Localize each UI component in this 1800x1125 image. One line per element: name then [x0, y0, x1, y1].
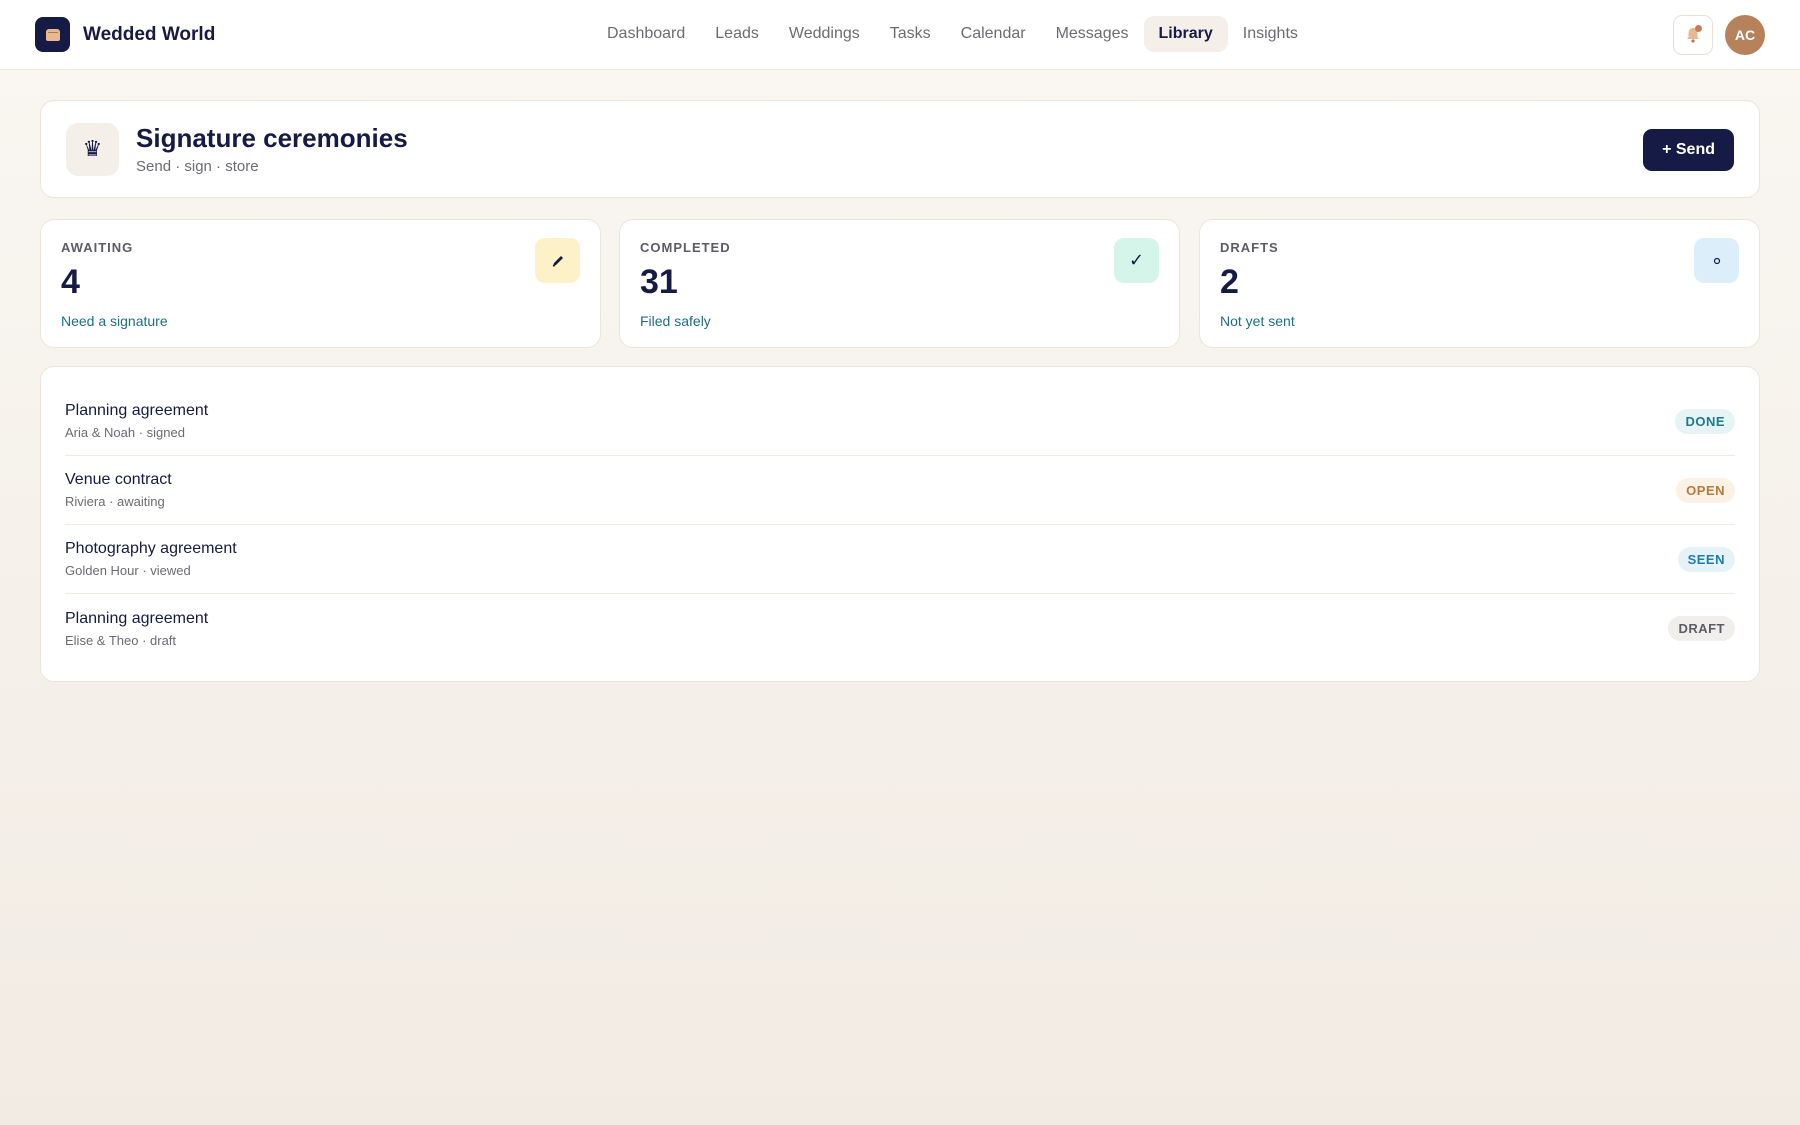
send-button[interactable]: + Send — [1643, 129, 1734, 171]
status-badge: DONE — [1675, 408, 1735, 434]
page-header: ♛ Signature ceremonies Send · sign · sto… — [40, 100, 1760, 198]
top-bar: Wedded World Dashboard Leads Weddings Ta… — [0, 0, 1800, 70]
app-name: Wedded World — [83, 23, 216, 45]
circle-icon — [1694, 238, 1739, 283]
avatar[interactable]: AC — [1725, 15, 1765, 55]
stat-caption: Not yet sent — [1220, 313, 1295, 329]
stat-value: 2 — [1220, 263, 1239, 301]
nav-item-leads[interactable]: Leads — [700, 16, 774, 52]
notification-dot — [1695, 25, 1702, 32]
top-right-actions: AC — [1673, 15, 1765, 55]
document-meta: Aria & Noah · signed — [65, 425, 185, 440]
stat-card-completed[interactable]: COMPLETED 31 Filed safely ✓ — [619, 219, 1180, 348]
nav-item-library[interactable]: Library — [1143, 16, 1228, 52]
list-item[interactable]: Photography agreement Golden Hour · view… — [65, 525, 1735, 594]
brand[interactable]: Wedded World — [35, 17, 215, 52]
list-item[interactable]: Venue contract Riviera · awaiting OPEN — [65, 456, 1735, 525]
nav-item-calendar[interactable]: Calendar — [946, 16, 1041, 52]
stat-card-awaiting[interactable]: AWAITING 4 Need a signature — [40, 219, 601, 348]
stat-caption: Need a signature — [61, 313, 168, 329]
page-title: Signature ceremonies — [136, 122, 408, 153]
nav-item-messages[interactable]: Messages — [1041, 16, 1144, 52]
status-badge: DRAFT — [1668, 616, 1735, 641]
document-title: Venue contract — [65, 471, 172, 488]
document-title: Planning agreement — [65, 609, 209, 627]
document-meta: Riviera · awaiting — [65, 494, 165, 509]
main-nav: Dashboard Leads Weddings Tasks Calendar … — [592, 16, 1313, 52]
cake-icon — [35, 17, 70, 52]
nav-item-tasks[interactable]: Tasks — [875, 16, 946, 52]
status-badge: OPEN — [1676, 477, 1735, 503]
nav-item-weddings[interactable]: Weddings — [774, 16, 875, 52]
nav-item-insights[interactable]: Insights — [1228, 16, 1313, 52]
document-list: Planning agreement Aria & Noah · signed … — [40, 366, 1760, 682]
page-subtitle: Send · sign · store — [136, 158, 259, 176]
notifications-button[interactable] — [1673, 15, 1713, 55]
crown-icon: ♛ — [66, 122, 119, 176]
stat-value: 31 — [640, 263, 678, 301]
stat-value: 4 — [61, 263, 80, 301]
status-badge: SEEN — [1677, 546, 1735, 572]
stat-card-drafts[interactable]: DRAFTS 2 Not yet sent — [1199, 219, 1760, 348]
stat-label: AWAITING — [61, 240, 134, 255]
stat-label: COMPLETED — [640, 240, 731, 255]
list-item[interactable]: Planning agreement Aria & Noah · signed … — [65, 387, 1735, 456]
document-title: Planning agreement — [65, 402, 209, 419]
list-item[interactable]: Planning agreement Elise & Theo · draft … — [65, 594, 1735, 663]
document-meta: Elise & Theo · draft — [65, 632, 177, 648]
stat-caption: Filed safely — [640, 313, 711, 329]
document-meta: Golden Hour · viewed — [65, 563, 191, 578]
nav-item-dashboard[interactable]: Dashboard — [592, 16, 700, 52]
stat-label: DRAFTS — [1220, 240, 1279, 255]
document-title: Photography agreement — [65, 540, 237, 557]
check-icon: ✓ — [1114, 238, 1159, 283]
pen-icon — [535, 238, 580, 283]
